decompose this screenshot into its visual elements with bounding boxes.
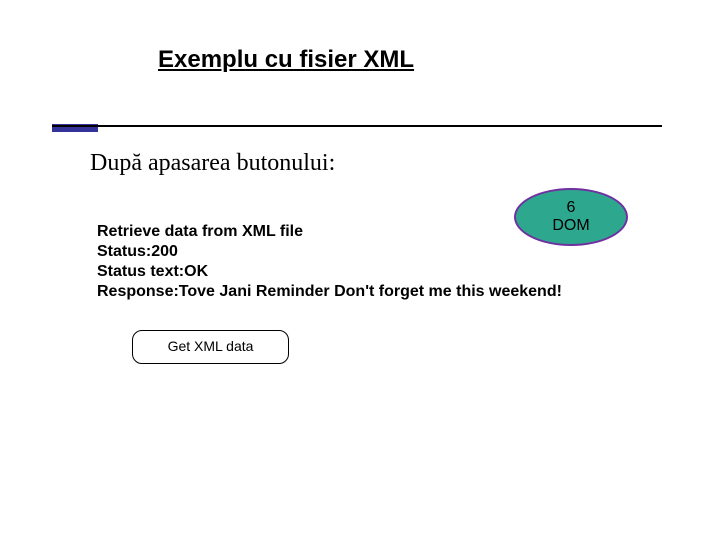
- status-text-line: Status text:OK: [97, 262, 562, 282]
- status-value: 200: [151, 243, 178, 260]
- slide-subtitle: După apasarea butonului:: [90, 150, 335, 177]
- callout-number: 6: [567, 199, 576, 217]
- get-xml-data-button[interactable]: Get XML data: [132, 330, 289, 364]
- status-text-label: Status text:: [97, 263, 184, 280]
- response-line: Response:Tove Jani Reminder Don't forget…: [97, 282, 562, 302]
- slide-title: Exemplu cu fisier XML: [158, 46, 414, 74]
- response-value: Tove Jani Reminder Don't forget me this …: [179, 283, 562, 300]
- response-heading: Retrieve data from XML file: [97, 222, 562, 242]
- divider-line: [52, 125, 662, 127]
- status-label: Status:: [97, 243, 151, 260]
- response-block: Retrieve data from XML file Status:200 S…: [97, 222, 562, 302]
- status-line: Status:200: [97, 242, 562, 262]
- response-label: Response:: [97, 283, 179, 300]
- status-text-value: OK: [184, 263, 208, 280]
